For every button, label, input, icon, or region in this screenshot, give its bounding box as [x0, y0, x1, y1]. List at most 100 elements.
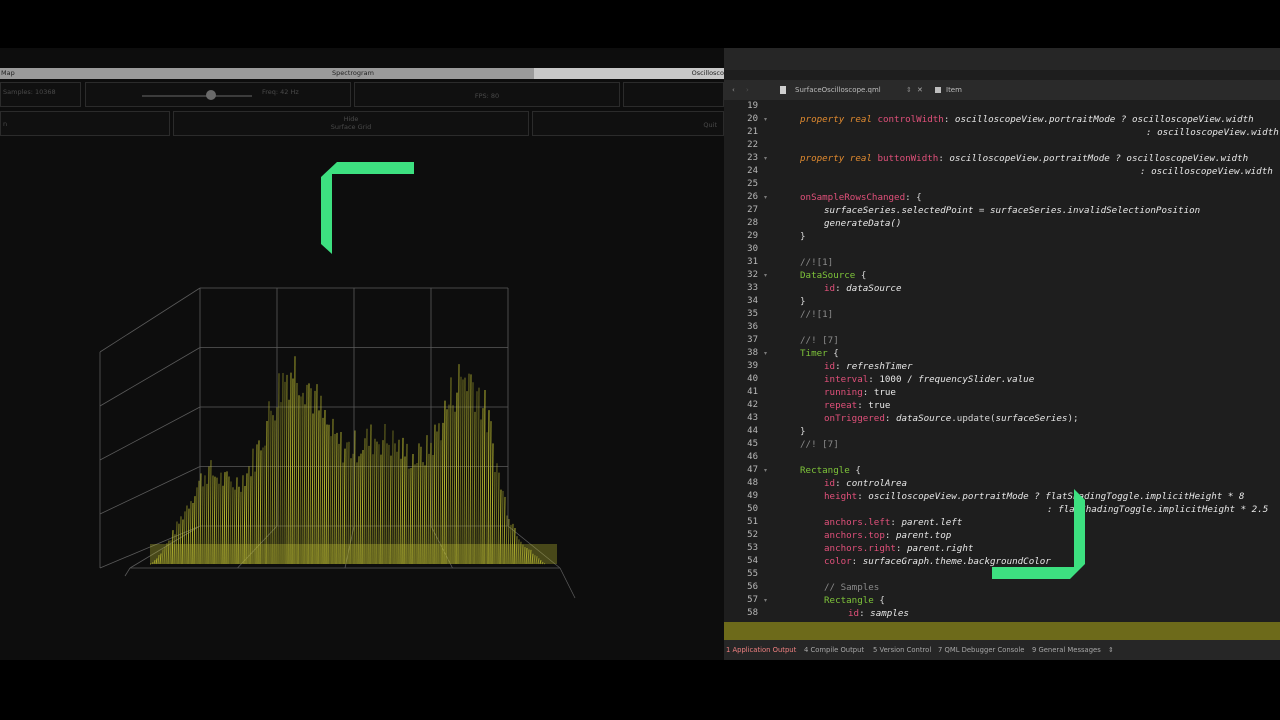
- editor-toolbar: [724, 48, 1280, 70]
- surface-strip: [391, 430, 394, 565]
- line-number: 46: [747, 452, 758, 462]
- surface-strip: [489, 421, 492, 565]
- surface-strip: [447, 404, 450, 565]
- code-line-20: property real controlWidth: oscilloscope…: [800, 114, 1254, 125]
- line-number: 30: [747, 244, 758, 254]
- item-icon: [935, 87, 941, 93]
- pane-compile-output[interactable]: 4 Compile Output: [804, 640, 864, 660]
- pane-qml-debugger-console[interactable]: 7 QML Debugger Console: [938, 640, 1024, 660]
- surface-strip: [273, 420, 276, 565]
- surface-strip: [293, 356, 296, 565]
- fold-toggle-icon[interactable]: ▾: [764, 594, 767, 607]
- oscilloscope-app-window: Map Spectrogram Oscillosco Samples: 1036…: [0, 48, 724, 660]
- code-line-39: id: refreshTimer: [824, 361, 913, 372]
- surface-strip: [325, 424, 328, 565]
- surface-strip: [449, 377, 452, 565]
- line-number: 56: [747, 582, 758, 592]
- surface-strip: [469, 374, 472, 565]
- close-icon[interactable]: ✕: [917, 80, 923, 100]
- line-number: 48: [747, 478, 758, 488]
- code-line-21: : oscilloscopeView.width: [1146, 127, 1279, 138]
- code-line-38: Timer {: [800, 348, 839, 359]
- line-number: 25: [747, 179, 758, 189]
- samples-label: Samples: 10368: [3, 88, 56, 96]
- output-pane-bar: 1 Application Output 4 Compile Output 5 …: [724, 640, 1280, 660]
- mode-toggle-button[interactable]: n: [0, 111, 170, 136]
- code-line-45: //! [7]: [800, 439, 839, 450]
- code-line-34: }: [800, 296, 806, 307]
- extra-control[interactable]: [623, 82, 724, 107]
- surface-strip: [283, 381, 286, 565]
- pane-application-output[interactable]: 1 Application Output: [726, 640, 796, 660]
- line-number: 27: [747, 205, 758, 215]
- line-number: 47: [747, 465, 758, 475]
- fold-toggle-icon[interactable]: ▾: [764, 464, 767, 477]
- fold-toggle-icon[interactable]: ▾: [764, 269, 767, 282]
- chevron-updown-icon[interactable]: ⇕: [906, 80, 912, 100]
- code-line-56: // Samples: [824, 582, 880, 593]
- surface-strip: [321, 417, 324, 565]
- frequency-slider[interactable]: [142, 95, 252, 97]
- line-number: 42: [747, 400, 758, 410]
- surface-strip: [331, 418, 334, 565]
- fold-toggle-icon[interactable]: ▾: [764, 152, 767, 165]
- line-number: 36: [747, 322, 758, 332]
- surface-strip: [291, 378, 294, 565]
- corner-bracket-bottom-right: [992, 489, 1085, 579]
- code-line-57: Rectangle {: [824, 595, 885, 606]
- fold-toggle-icon[interactable]: ▾: [764, 191, 767, 204]
- surface-strip: [455, 392, 458, 565]
- line-number: 43: [747, 413, 758, 423]
- fold-toggle-icon[interactable]: ▾: [764, 113, 767, 126]
- code-line-23: property real buttonWidth: oscilloscopeV…: [800, 153, 1249, 164]
- grid-line: [559, 567, 576, 599]
- fps-label: FPS: 80: [474, 92, 500, 100]
- line-number: 51: [747, 517, 758, 527]
- code-line-26: onSampleRowsChanged: {: [800, 192, 922, 203]
- line-number: 23: [747, 153, 758, 163]
- pane-version-control[interactable]: 5 Version Control: [873, 640, 931, 660]
- surface-strip: [299, 396, 302, 565]
- fold-toggle-icon[interactable]: ▾: [764, 347, 767, 360]
- code-line-48: id: controlArea: [824, 478, 908, 489]
- frequency-slider-handle[interactable]: [206, 90, 217, 100]
- code-line-42: repeat: true: [824, 400, 891, 411]
- surface-strip: [319, 395, 322, 565]
- frequency-control: Freq: 42 Hz: [85, 82, 351, 107]
- symbol-dropdown[interactable]: Item: [946, 80, 962, 100]
- line-number: 58: [747, 608, 758, 618]
- surface-strip: [275, 407, 278, 565]
- code-line-28: generateData(): [824, 218, 902, 229]
- frequency-label: Freq: 42 Hz: [262, 88, 299, 96]
- back-icon[interactable]: ‹: [732, 80, 735, 100]
- tab-oscilloscope[interactable]: Oscillosco: [534, 68, 724, 79]
- surface-strip: [295, 383, 298, 565]
- surface-strip: [383, 423, 386, 565]
- line-number: 28: [747, 218, 758, 228]
- surface-strip: [313, 390, 316, 565]
- line-number: 24: [747, 166, 758, 176]
- surface-strip: [279, 402, 282, 565]
- hide-surface-grid-button[interactable]: Hide Surface Grid: [173, 111, 529, 136]
- line-number: 29: [747, 231, 758, 241]
- tab-spectrogram[interactable]: Spectrogram: [300, 68, 406, 79]
- pane-general-messages[interactable]: 9 General Messages: [1032, 640, 1101, 660]
- forward-icon[interactable]: ›: [746, 80, 749, 100]
- surface-strip: [277, 373, 280, 565]
- horizontal-scrollbar[interactable]: [724, 622, 1280, 640]
- tab-map[interactable]: Map: [0, 68, 61, 79]
- quit-button[interactable]: Quit: [532, 111, 724, 136]
- grid-line: [99, 406, 201, 461]
- pane-toggle-icon[interactable]: ⇕: [1108, 640, 1114, 660]
- code-line-27: surfaceSeries.selectedPoint = surfaceSer…: [824, 205, 1201, 216]
- samples-display: Samples: 10368: [0, 82, 81, 107]
- grid-line: [99, 347, 201, 407]
- surface-strip: [281, 373, 284, 565]
- open-file-dropdown[interactable]: SurfaceOscilloscope.qml: [795, 80, 881, 100]
- surface-strip: [475, 391, 478, 565]
- code-line-44: }: [800, 426, 806, 437]
- surface-strip: [271, 415, 274, 565]
- surface-strip: [285, 374, 288, 565]
- surface-strip: [289, 372, 292, 565]
- mode-toggle-label: n: [3, 120, 8, 128]
